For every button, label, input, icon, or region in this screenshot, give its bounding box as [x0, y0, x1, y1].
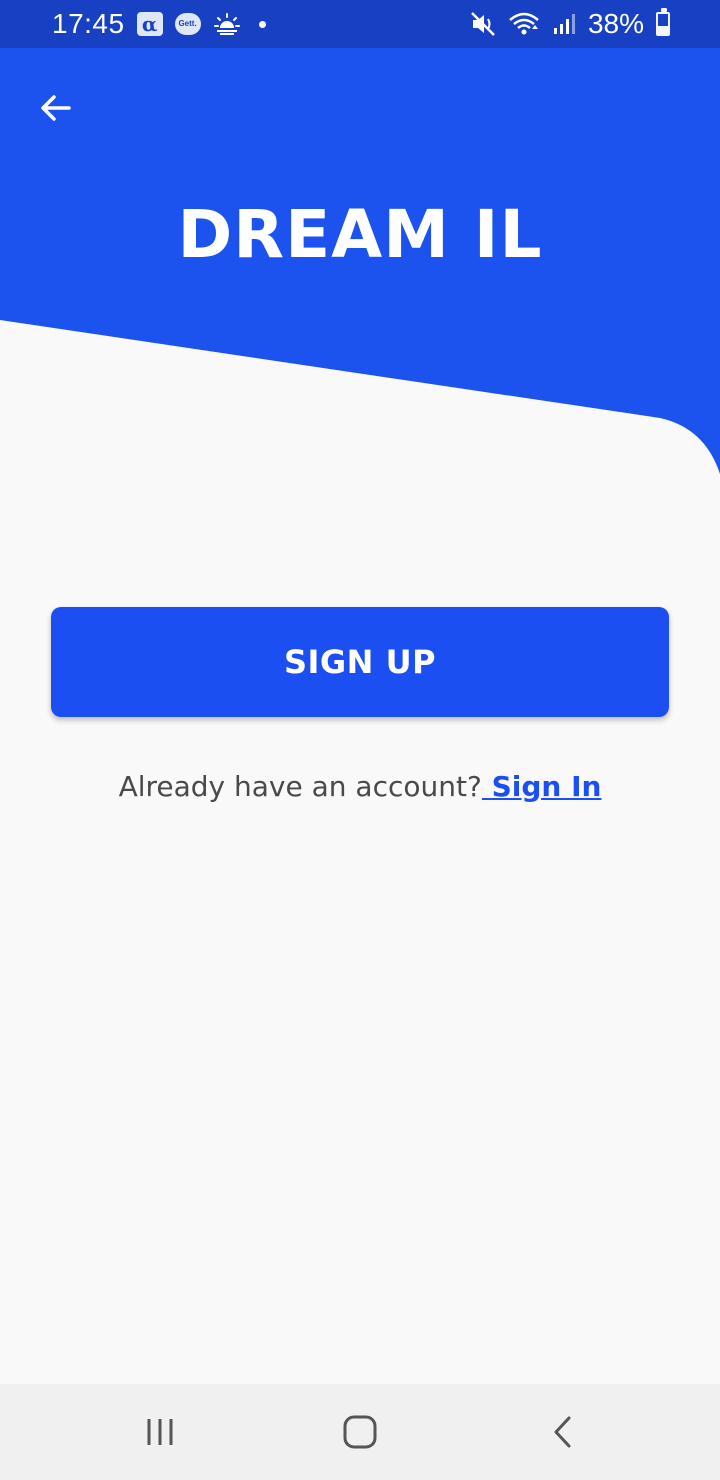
wifi-icon: [508, 11, 540, 37]
battery-fill: [658, 26, 668, 34]
status-left: 17:45 α Gett.: [52, 8, 266, 40]
screen: 17:45 α Gett. 38% DREAM IL SIGN UP Alrea…: [0, 0, 720, 1480]
gett-icon: Gett.: [174, 13, 201, 35]
recent-apps-button[interactable]: [130, 1402, 190, 1462]
weather-sunrise-icon: [213, 12, 241, 36]
status-time: 17:45: [52, 8, 125, 39]
notification-dot: [258, 20, 266, 28]
home-icon: [343, 1415, 377, 1449]
account-prompt-row: Already have an account? Sign In: [0, 770, 720, 803]
signal-icon: [552, 12, 576, 36]
sign-in-link[interactable]: Sign In: [482, 770, 602, 803]
arrow-left-icon: [41, 95, 71, 121]
navigation-bar: [0, 1384, 720, 1480]
battery-icon: [656, 8, 670, 36]
home-button[interactable]: [330, 1402, 390, 1462]
account-prompt-text: Already have an account?: [118, 770, 482, 803]
alpha-icon: α: [136, 12, 163, 36]
recent-apps-icon: [147, 1419, 173, 1445]
back-button[interactable]: [30, 84, 82, 132]
status-bar: 17:45 α Gett. 38%: [0, 0, 720, 48]
back-icon: [554, 1416, 571, 1448]
status-right: 38%: [470, 8, 670, 40]
battery-percent: 38%: [587, 8, 644, 39]
mute-icon: [470, 11, 496, 37]
sign-up-button[interactable]: SIGN UP: [51, 607, 669, 717]
app-title: DREAM IL: [177, 196, 543, 273]
nav-back-button[interactable]: [533, 1402, 593, 1462]
